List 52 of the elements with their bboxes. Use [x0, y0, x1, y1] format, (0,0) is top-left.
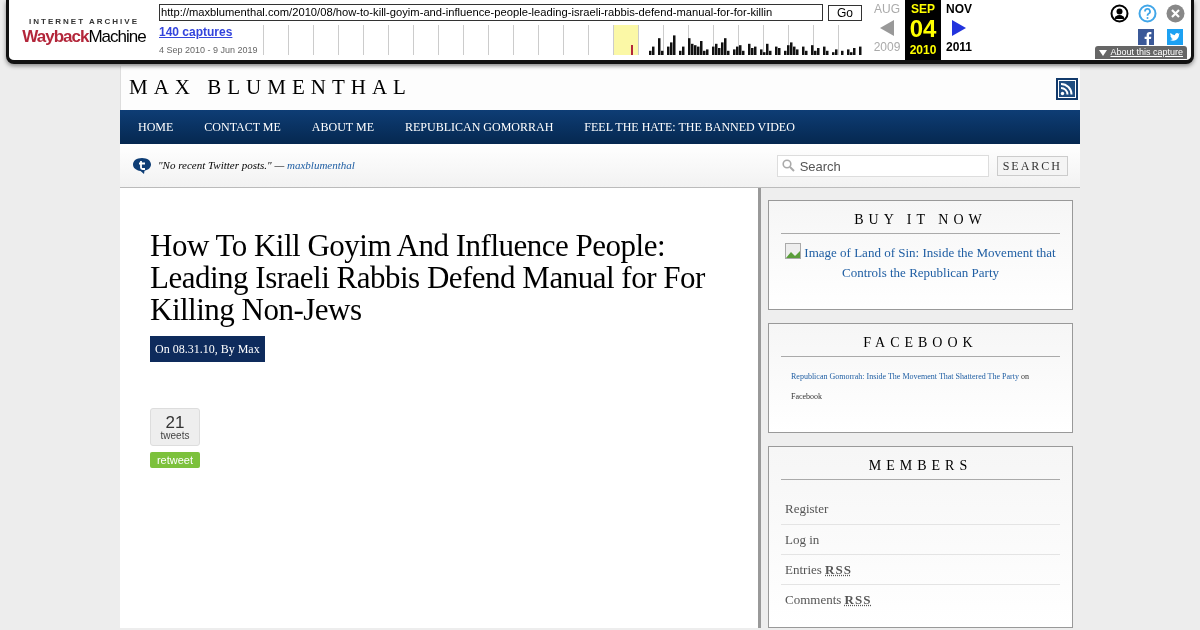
widget-title: BUY IT NOW — [781, 209, 1060, 234]
capture-histogram-drawing[interactable] — [263, 23, 863, 55]
date-column[interactable]: NOV 2011 — [941, 0, 977, 60]
help-icon[interactable] — [1138, 4, 1157, 23]
year-label: 2009 — [873, 41, 901, 53]
nav-link[interactable]: ABOUT ME — [311, 118, 374, 136]
members-link[interactable]: Comments RSS — [781, 583, 1060, 614]
facebook-icon[interactable] — [1138, 29, 1154, 45]
widget-title: MEMBERS — [781, 454, 1060, 480]
month-label: SEP — [911, 3, 935, 15]
post-meta: On 08.31.10, By Max — [150, 336, 265, 362]
members-link[interactable]: Log in — [781, 523, 1060, 554]
facebook-text: Republican Gomorrah: Inside The Movement That Shattered The Party on Facebook — [790, 370, 1030, 403]
date-range: 4 Sep 2010 - 9 Jun 2019 — [159, 44, 259, 57]
logo-text: Wayback — [22, 27, 89, 45]
search-field[interactable]: Search — [776, 155, 989, 177]
go-button[interactable]: Go — [828, 4, 862, 21]
members-link[interactable]: Entries RSS — [781, 553, 1060, 584]
search-button[interactable]: SEARCH — [996, 155, 1068, 176]
logo-text: Machine — [88, 27, 146, 45]
about-capture-button[interactable]: About this capture — [1095, 46, 1187, 59]
logo-text: INTERNET ARCHIVE — [29, 15, 139, 28]
day-label: 04 — [909, 17, 937, 41]
twitter-bubble-icon — [132, 156, 152, 175]
widget-title: FACEBOOK — [781, 331, 1060, 357]
captures-link[interactable]: 140 captures — [159, 23, 263, 41]
search-icon — [781, 158, 795, 172]
members-link[interactable]: Register — [781, 493, 1060, 524]
facebook-page-link[interactable]: Republican Gomorrah: Inside The Movement That Shattered The Party — [791, 371, 1019, 381]
user-icon[interactable] — [1110, 4, 1129, 23]
broken-image-icon — [785, 243, 802, 259]
close-icon[interactable] — [1166, 4, 1185, 23]
nav-link[interactable]: FEEL THE HATE: THE BANNED VIDEO — [584, 118, 795, 136]
nav-link[interactable]: CONTACT ME — [204, 118, 281, 136]
nav-link[interactable]: HOME — [138, 118, 174, 136]
year-label: 2010 — [909, 44, 937, 56]
url-field[interactable]: http://maxblumenthal.com/2010/08/how-to-kill-goyim-and-influence-people-leading-israeli-rabbis-defend-manual-for-for-killin — [159, 4, 823, 21]
tweet-count: 21 — [165, 414, 185, 431]
year-label: 2011 — [945, 41, 972, 53]
caret-icon — [1099, 49, 1108, 56]
twitter-icon[interactable] — [1167, 29, 1183, 45]
tweet-label: tweets — [160, 431, 190, 441]
book-image-link[interactable]: Image of Land of Sin: Inside the Movement that Controls the Republican Party — [781, 243, 1060, 283]
month-label: AUG — [874, 3, 900, 15]
month-label: NOV — [946, 3, 972, 15]
nav-link[interactable]: REPUBLICAN GOMORRAH — [404, 118, 554, 136]
site-title[interactable]: MAX BLUMENTHAL — [129, 72, 412, 98]
post-title[interactable]: How To Kill Goyim And Influence People: Leading Israeli Rabbis Defend Manual for For Killing Non-Jews — [150, 230, 728, 326]
tweet-text: "No recent Twitter posts." — maxblumenthal — [158, 158, 355, 174]
twitter-user-link[interactable]: maxblumenthal — [287, 159, 355, 172]
rss-icon[interactable] — [1056, 78, 1078, 100]
selected-date[interactable]: SEP 04 2010 — [905, 0, 941, 60]
